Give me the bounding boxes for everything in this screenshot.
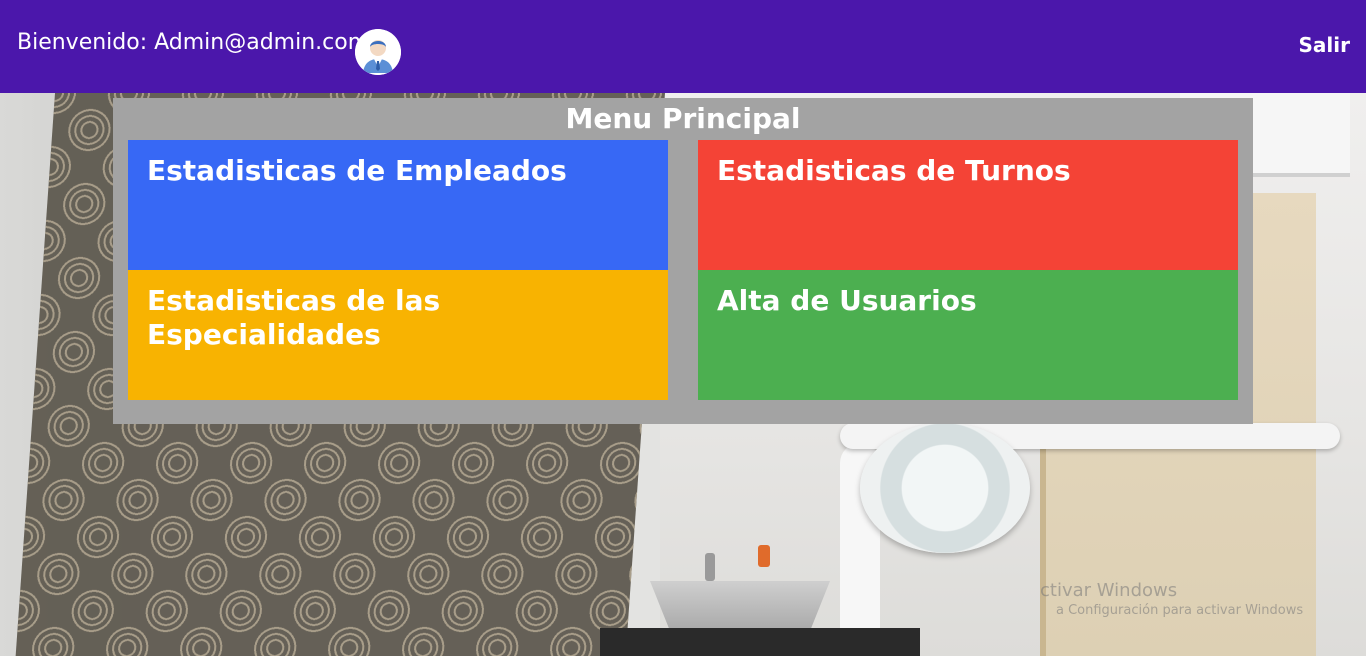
watermark-line-1: ctivar Windows — [1040, 580, 1178, 601]
user-avatar-icon — [355, 29, 401, 75]
page: Bienvenido: Admin@admin.com Salir Menu P… — [0, 0, 1366, 656]
specialty-stats-tile[interactable]: Estadisticas de las Especialidades — [128, 270, 668, 400]
watermark-line-2: a Configuración para activar Windows — [1056, 603, 1304, 618]
menu-title: Menu Principal — [565, 102, 801, 135]
welcome-text: Bienvenido: Admin@admin.com — [17, 30, 370, 55]
specialty-stats-label: Estadisticas de las Especialidades — [147, 284, 441, 351]
top-navbar: Bienvenido: Admin@admin.com Salir — [0, 0, 1366, 93]
windows-activation-watermark: ctivar Windows a Configuración para acti… — [1040, 580, 1303, 620]
user-signup-tile[interactable]: Alta de Usuarios — [698, 270, 1238, 400]
main-menu-panel: Menu Principal Estadisticas de Empleados… — [113, 98, 1253, 424]
employee-stats-tile[interactable]: Estadisticas de Empleados — [128, 140, 668, 270]
user-signup-label: Alta de Usuarios — [717, 284, 977, 317]
shift-stats-label: Estadisticas de Turnos — [717, 154, 1071, 187]
shift-stats-tile[interactable]: Estadisticas de Turnos — [698, 140, 1238, 270]
logout-link[interactable]: Salir — [1299, 32, 1350, 58]
employee-stats-label: Estadisticas de Empleados — [147, 154, 567, 187]
